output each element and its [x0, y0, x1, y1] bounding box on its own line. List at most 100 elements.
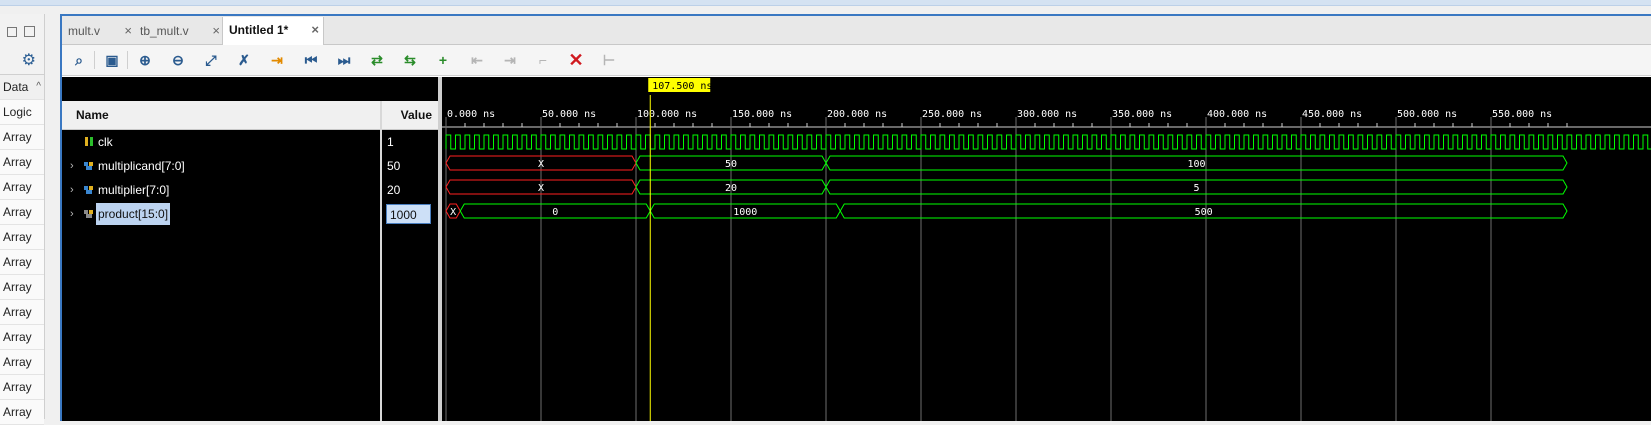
- product-segment-value: X: [450, 207, 456, 218]
- close-icon[interactable]: ×: [311, 17, 319, 43]
- tab-untitled-1[interactable]: Untitled 1* ×: [222, 17, 324, 45]
- bus-signal-icon: [84, 162, 93, 170]
- float-window-icon[interactable]: [24, 26, 35, 37]
- multiplier-segment-value: 5: [1193, 183, 1199, 194]
- tab-tb-mult-v[interactable]: tb_mult.v ×: [134, 18, 224, 44]
- time-tick-label: 50.000 ns: [542, 109, 596, 120]
- waveform-plot[interactable]: 0.000 ns 50.000 ns 100.000 ns 150.000 ns 200…: [442, 77, 1651, 421]
- type-label: Logic: [3, 105, 32, 119]
- zoom-out-icon[interactable]: ⊖: [169, 51, 187, 69]
- editor-tabs: mult.v × tb_mult.v × Untitled 1* ×: [62, 16, 1651, 45]
- multiplicand-segment-value: 50: [725, 159, 737, 170]
- go-to-end-icon[interactable]: ⏭: [335, 51, 353, 69]
- type-list-item[interactable]: Array: [0, 350, 44, 375]
- time-tick-label: 100.000 ns: [637, 109, 697, 120]
- name-column-header[interactable]: Name: [62, 101, 380, 130]
- zoom-in-icon[interactable]: ⊕: [136, 51, 154, 69]
- type-list-item[interactable]: Array: [0, 125, 44, 150]
- signal-value: 20: [387, 183, 401, 197]
- settings-row: ⚙: [0, 48, 44, 74]
- signal-value-pane: 1 50 20 1000: [382, 129, 438, 421]
- product-segment-value: 0: [552, 207, 558, 218]
- time-tick-label: 0.000 ns: [447, 109, 495, 120]
- type-list-item[interactable]: Array: [0, 375, 44, 400]
- search-icon[interactable]: ⌕: [70, 51, 88, 69]
- time-tick-label: 500.000 ns: [1397, 109, 1457, 120]
- add-marker-icon[interactable]: +: [434, 51, 452, 69]
- next-transition-icon[interactable]: ⇆: [401, 51, 419, 69]
- object-type-list: Data ^ Logic Array Array Array Array Array Array…: [0, 74, 44, 425]
- type-list-item[interactable]: Array: [0, 400, 44, 425]
- multiplicand-segment-value: X: [538, 159, 544, 170]
- time-tick-label: 450.000 ns: [1302, 109, 1362, 120]
- swap-cursor-icon[interactable]: ⌐: [534, 51, 552, 69]
- type-label: Array: [3, 205, 32, 219]
- signal-name: clk: [98, 135, 113, 149]
- type-list-item[interactable]: Logic: [0, 100, 44, 125]
- time-tick-label: 400.000 ns: [1207, 109, 1267, 120]
- expand-chevron-icon[interactable]: ›: [70, 203, 74, 225]
- type-list-item[interactable]: Array: [0, 175, 44, 200]
- signal-name: product[15:0]: [96, 203, 171, 225]
- type-label: Array: [3, 355, 32, 369]
- title-bar-strip: [0, 0, 1651, 6]
- type-list-item[interactable]: Array: [0, 275, 44, 300]
- type-label: Array: [3, 380, 32, 394]
- time-tick-label: 200.000 ns: [827, 109, 887, 120]
- signal-row[interactable]: clk: [62, 131, 380, 153]
- go-to-cursor-icon[interactable]: ⇥: [268, 51, 286, 69]
- prev-marker-icon[interactable]: ⇤: [468, 51, 486, 69]
- name-header-label: Name: [76, 108, 109, 122]
- expand-chevron-icon[interactable]: ›: [70, 179, 74, 201]
- time-tick-label: 150.000 ns: [732, 109, 792, 120]
- prev-transition-icon[interactable]: ⇄: [368, 51, 386, 69]
- zoom-fit-icon[interactable]: ⤢: [202, 51, 220, 69]
- type-label: Array: [3, 405, 32, 419]
- signal-name: multiplicand[7:0]: [98, 159, 185, 173]
- save-icon[interactable]: ▣: [103, 51, 121, 69]
- type-list-item[interactable]: Array: [0, 225, 44, 250]
- delete-markers-icon[interactable]: ✕: [567, 51, 585, 69]
- gear-icon[interactable]: ⚙: [22, 48, 36, 74]
- type-list-item[interactable]: Array: [0, 325, 44, 350]
- type-list-item[interactable]: Array: [0, 150, 44, 175]
- close-icon[interactable]: ×: [212, 18, 220, 44]
- wave-toolbar: ⌕ ▣ ⊕ ⊖ ⤢ ✗ ⇥ ⏮ ⏭ ⇄ ⇆ + ⇤ ⇥ ⌐ ✕ ⊢: [62, 45, 1651, 76]
- type-label: Array: [3, 280, 32, 294]
- cursor-time-label: 107.500 ns: [652, 81, 712, 92]
- type-column-header[interactable]: Data ^: [0, 75, 44, 100]
- tab-label: tb_mult.v: [140, 24, 189, 38]
- multiplier-segment-value: 20: [725, 183, 737, 194]
- type-list-item[interactable]: Array: [0, 200, 44, 225]
- type-label: Array: [3, 130, 32, 144]
- type-list-item[interactable]: Array: [0, 250, 44, 275]
- signal-row[interactable]: › product[15:0]: [62, 203, 380, 225]
- measure-icon[interactable]: ⊢: [600, 51, 618, 69]
- expand-chevron-icon[interactable]: ›: [70, 155, 74, 177]
- signal-row[interactable]: › multiplicand[7:0]: [62, 155, 380, 177]
- next-marker-icon[interactable]: ⇥: [501, 51, 519, 69]
- left-panel-header: [0, 14, 44, 48]
- time-tick-label: 250.000 ns: [922, 109, 982, 120]
- time-tick-label: 550.000 ns: [1492, 109, 1552, 120]
- signal-name-pane: Name clk › multiplicand[7:0] › multiplier[7:…: [62, 77, 380, 421]
- value-column-header[interactable]: Value: [382, 101, 438, 130]
- bus-signal-icon: [84, 210, 93, 218]
- sort-caret-icon[interactable]: ^: [36, 75, 41, 99]
- close-icon[interactable]: ×: [124, 18, 132, 44]
- type-list-item[interactable]: Array: [0, 300, 44, 325]
- bus-signal-icon: [84, 186, 93, 194]
- waveform-window: mult.v × tb_mult.v × Untitled 1* × ⌕ ▣ ⊕…: [60, 14, 1651, 421]
- signal-row[interactable]: › multiplier[7:0]: [62, 179, 380, 201]
- type-label: Array: [3, 305, 32, 319]
- restore-icon[interactable]: [7, 27, 17, 37]
- waveform-canvas[interactable]: 0.000 ns 50.000 ns 100.000 ns 150.000 ns 200…: [442, 77, 1651, 421]
- go-to-start-icon[interactable]: ⏮: [302, 51, 320, 69]
- type-label: Array: [3, 230, 32, 244]
- bit-signal-icon: [85, 137, 93, 146]
- cursor-snap-icon[interactable]: ✗: [235, 51, 253, 69]
- tab-mult-v[interactable]: mult.v ×: [62, 18, 136, 44]
- product-segment-value: 500: [1195, 207, 1213, 218]
- time-tick-label: 350.000 ns: [1112, 109, 1172, 120]
- product-segment-value: 1000: [733, 207, 757, 218]
